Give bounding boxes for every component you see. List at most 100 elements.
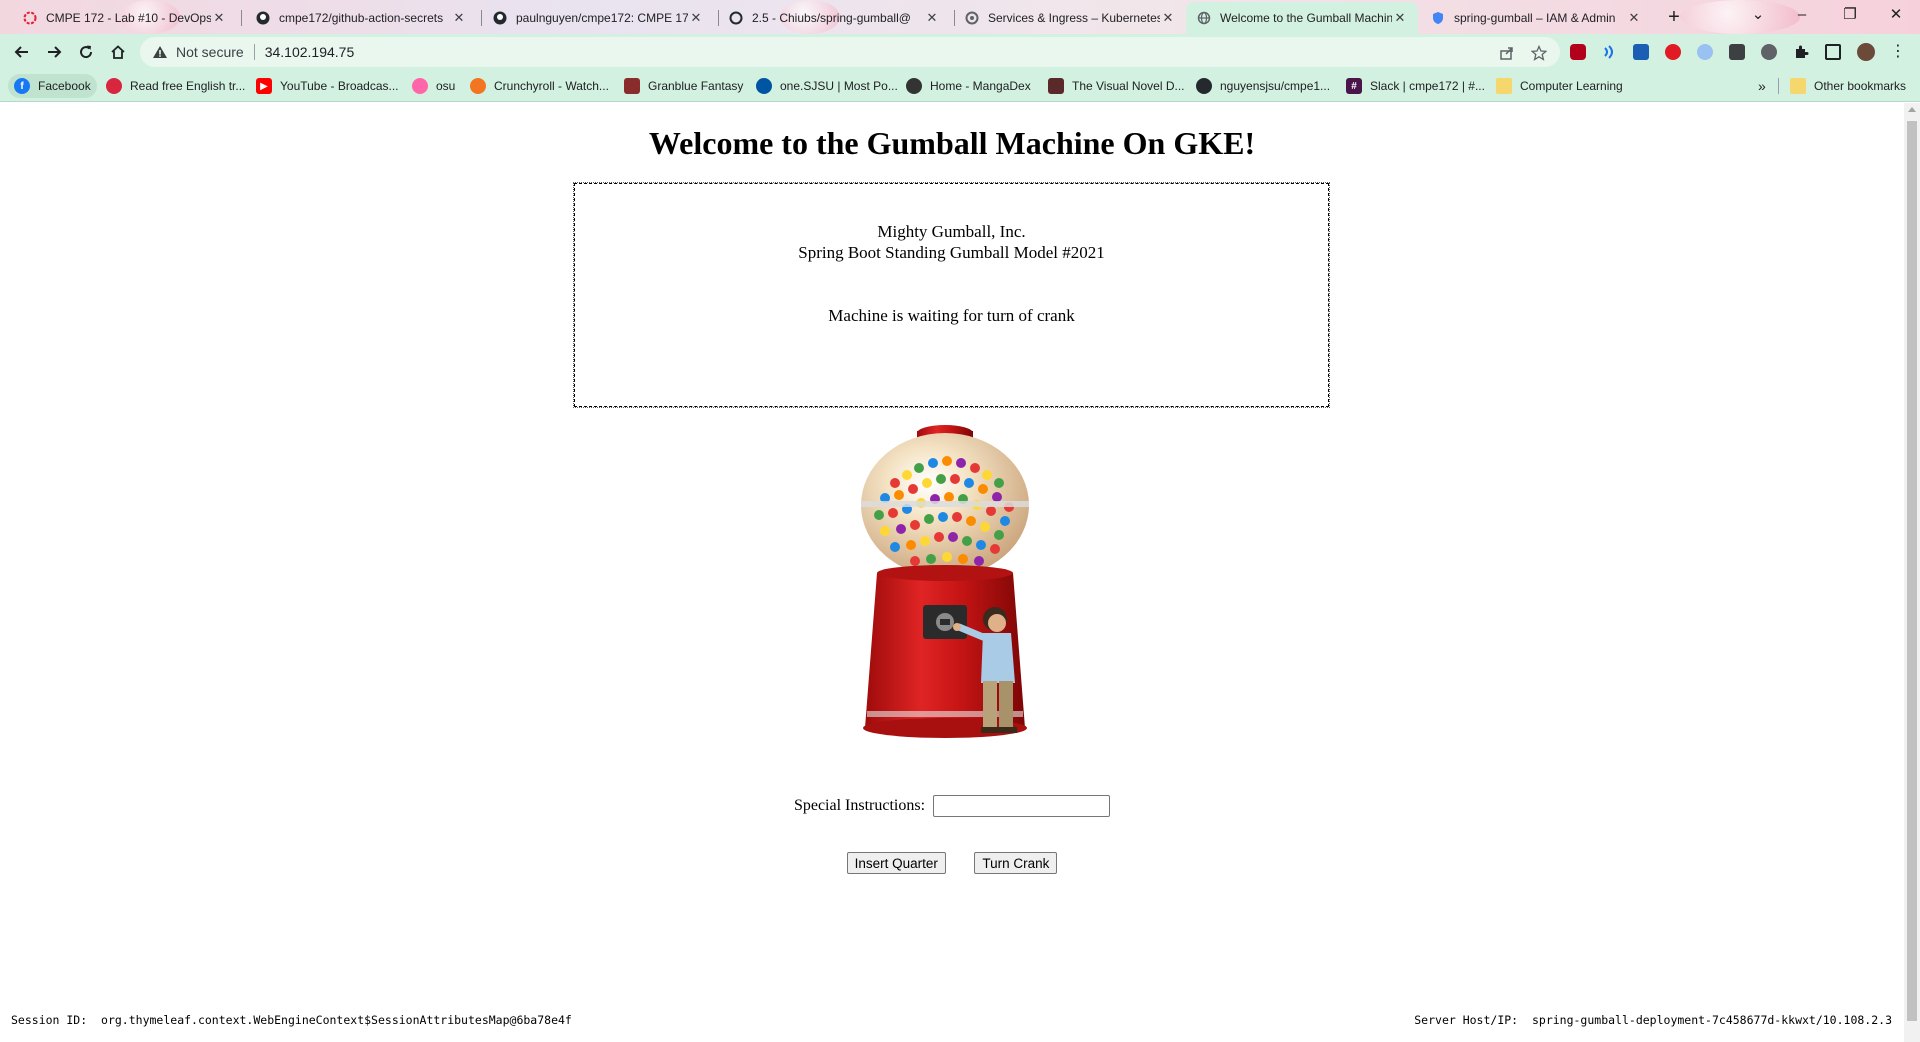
graduation-cap-icon[interactable] (1633, 44, 1649, 60)
tab-title: Services & Ingress – Kubernetes (988, 11, 1160, 25)
tab-spring-gumball-repo[interactable]: 2.5 - Chiubs/spring-gumball@ ✕ (718, 2, 950, 34)
vertical-scrollbar[interactable] (1904, 103, 1920, 1042)
side-panel-icon[interactable] (1825, 44, 1841, 60)
bookmarks-divider (1778, 78, 1779, 94)
address-bar[interactable]: Not secure 34.102.194.75 (140, 37, 1560, 67)
tab-title: Welcome to the Gumball Machin (1220, 11, 1392, 25)
bookmark-label: Slack | cmpe172 | #... (1370, 79, 1485, 93)
tab-strip: CMPE 172 - Lab #10 - DevOps C ✕ cmpe172/… (0, 0, 1920, 34)
bookmark-vndb[interactable]: The Visual Novel D... (1048, 74, 1185, 98)
server-host-value: spring-gumball-deployment-7c458677d-kkwx… (1531, 1013, 1892, 1027)
bookmark-slack[interactable]: # Slack | cmpe172 | #... (1346, 74, 1485, 98)
gumball-machine-image (861, 425, 1029, 738)
bookmark-label: osu (436, 79, 456, 93)
youtube-icon: ▶ (256, 78, 272, 94)
server-host-label: Server Host/IP: (1414, 1013, 1519, 1027)
security-label[interactable]: Not secure (176, 44, 244, 60)
bookmark-one-sjsu[interactable]: one.SJSU | Most Po... (756, 74, 898, 98)
close-tab-icon[interactable]: ✕ (924, 10, 940, 26)
profile-avatar[interactable] (1857, 43, 1875, 61)
vndb-icon (1048, 78, 1064, 94)
bookmark-label: Home - MangaDex (930, 79, 1031, 93)
tab-gumball-machine[interactable]: Welcome to the Gumball Machin ✕ (1186, 2, 1418, 34)
close-window-icon[interactable]: ✕ (1874, 0, 1918, 32)
close-tab-icon[interactable]: ✕ (688, 10, 704, 26)
shield-icon (1430, 10, 1446, 26)
mangadex-icon (906, 78, 922, 94)
bookmark-crunchyroll[interactable]: Crunchyroll - Watch... (470, 74, 609, 98)
bookmark-osu[interactable]: osu (412, 74, 455, 98)
insert-quarter-button[interactable]: Insert Quarter (846, 852, 946, 874)
url-text[interactable]: 34.102.194.75 (265, 44, 355, 60)
dark-reader-icon[interactable] (1761, 44, 1777, 60)
bookmark-mangadex[interactable]: Home - MangaDex (906, 74, 1031, 98)
reload-icon[interactable] (72, 38, 100, 66)
bookmark-folder-other[interactable]: Other bookmarks (1790, 74, 1906, 98)
bookmark-folder-computer-learning[interactable]: Computer Learning (1496, 74, 1623, 98)
audio-extension-icon[interactable] (1601, 44, 1617, 60)
minimize-icon[interactable]: – (1780, 0, 1824, 32)
download-extension-icon[interactable] (1729, 44, 1745, 60)
bookmark-label: Granblue Fantasy (648, 79, 744, 93)
cat-extension-icon[interactable] (1697, 44, 1713, 60)
machine-status-message: Machine is waiting for turn of crank (828, 306, 1075, 325)
folder-icon (1496, 78, 1512, 94)
osu-icon (412, 78, 428, 94)
globe-icon (1196, 10, 1212, 26)
book-icon (106, 78, 122, 94)
machine-model: Spring Boot Standing Gumball Model #2021 (798, 243, 1105, 262)
tab-iam-admin[interactable]: spring-gumball – IAM & Admin ✕ (1420, 2, 1652, 34)
bookmark-label: Crunchyroll - Watch... (494, 79, 609, 93)
tab-title: spring-gumball – IAM & Admin (1454, 11, 1616, 25)
sjsu-icon (756, 78, 772, 94)
company-name: Mighty Gumball, Inc. (877, 222, 1026, 241)
bookmark-star-icon[interactable] (1530, 44, 1548, 62)
close-tab-icon[interactable]: ✕ (1392, 10, 1408, 26)
tab-cmpe172-lab10[interactable]: CMPE 172 - Lab #10 - DevOps C ✕ (12, 2, 237, 34)
scroll-up-arrow-icon[interactable] (1908, 107, 1916, 112)
share-icon[interactable] (1498, 44, 1516, 62)
folder-icon (1790, 78, 1806, 94)
tab-services-ingress[interactable]: Services & Ingress – Kubernetes ✕ (954, 2, 1186, 34)
bookmark-facebook[interactable]: f Facebook (8, 74, 97, 98)
bookmark-read-free-english[interactable]: Read free English tr... (106, 74, 245, 98)
bookmark-label: Other bookmarks (1814, 79, 1907, 93)
warning-icon[interactable] (152, 44, 168, 60)
bookmark-youtube[interactable]: ▶ YouTube - Broadcas... (256, 74, 399, 98)
ublock-icon[interactable] (1570, 44, 1586, 60)
special-instructions-row: Special Instructions: (0, 795, 1904, 817)
close-tab-icon[interactable]: ✕ (211, 10, 227, 26)
turn-crank-button[interactable]: Turn Crank (974, 852, 1058, 874)
address-divider (253, 44, 255, 60)
tab-title: paulnguyen/cmpe172: CMPE 17 (516, 11, 688, 25)
more-bookmarks-chevron-icon[interactable]: » (1758, 74, 1766, 98)
scrollbar-thumb[interactable] (1907, 121, 1917, 1021)
special-instructions-input[interactable] (933, 795, 1111, 817)
github-icon (1196, 78, 1212, 94)
home-icon[interactable] (104, 38, 132, 66)
tab-paulnguyen-cmpe172[interactable]: paulnguyen/cmpe172: CMPE 17 ✕ (482, 2, 714, 34)
opera-icon[interactable] (1665, 44, 1681, 60)
browser-toolbar: Not secure 34.102.194.75 ⋮ (0, 34, 1920, 70)
new-tab-button[interactable]: + (1662, 6, 1686, 30)
page-title: Welcome to the Gumball Machine On GKE! (648, 125, 1256, 161)
close-tab-icon[interactable]: ✕ (1626, 10, 1642, 26)
close-tab-icon[interactable]: ✕ (451, 10, 467, 26)
bookmark-granblue[interactable]: Granblue Fantasy (624, 74, 743, 98)
restore-icon[interactable]: ❐ (1828, 0, 1872, 32)
bookmark-nguyensjsu[interactable]: nguyensjsu/cmpe1... (1196, 74, 1330, 98)
bookmark-label: Computer Learning (1520, 79, 1623, 93)
puzzle-icon[interactable] (1793, 44, 1809, 60)
tab-search-icon[interactable]: ⌄ (1736, 0, 1780, 32)
bookmark-label: nguyensjsu/cmpe1... (1220, 79, 1331, 93)
page-viewport: Welcome to the Gumball Machine On GKE! M… (0, 103, 1904, 1042)
crunchyroll-icon (470, 78, 486, 94)
close-tab-icon[interactable]: ✕ (1160, 10, 1176, 26)
forward-icon[interactable] (40, 38, 68, 66)
tab-github-action-secrets[interactable]: cmpe172/github-action-secrets ✕ (245, 2, 477, 34)
canvas-icon (22, 10, 38, 26)
tab-title: 2.5 - Chiubs/spring-gumball@ (752, 11, 911, 25)
menu-kebab-icon[interactable]: ⋮ (1890, 44, 1906, 60)
back-icon[interactable] (8, 38, 36, 66)
github-icon (255, 10, 271, 26)
